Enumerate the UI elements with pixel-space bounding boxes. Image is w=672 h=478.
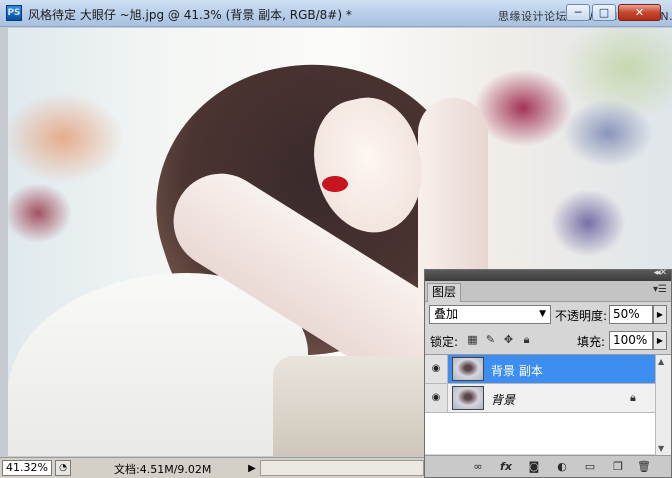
eye-icon[interactable]: ◉ (425, 355, 448, 383)
layer-list-scrollbar[interactable]: ▲ ▼ (655, 355, 671, 455)
scroll-down-icon[interactable]: ▼ (658, 444, 664, 453)
layer-name[interactable]: 背景 副本 (491, 362, 543, 379)
maximize-button[interactable]: □ (592, 4, 616, 21)
eye-icon[interactable]: ◉ (425, 384, 448, 412)
close-button[interactable]: ✕ (618, 4, 661, 21)
layer-row-background-copy[interactable]: ◉ 背景 副本 (425, 355, 655, 384)
opacity-slider-arrow-icon[interactable]: ▶ (653, 305, 667, 324)
photoshop-app-icon: PS (6, 5, 22, 21)
horizontal-scrollbar[interactable] (260, 460, 424, 476)
status-menu-arrow-icon[interactable]: ▶ (245, 461, 259, 476)
chevron-down-icon: ▼ (539, 309, 546, 319)
panel-header: 图层 ▾☰ (425, 281, 671, 302)
opacity-field[interactable]: 50% (609, 305, 653, 324)
panel-collapse-icon[interactable]: ◂◂ ✕ (654, 268, 668, 278)
image-lips-shape (322, 176, 348, 192)
scroll-up-icon[interactable]: ▲ (658, 357, 664, 366)
layer-lock-icon: 🔒︎ (630, 391, 636, 404)
lock-image-pixels-icon[interactable]: ✎ (483, 332, 498, 347)
lock-fill-row: 锁定: ▦ ✎ ✥ 🔒︎ 填充: 100% ▶ (425, 330, 671, 352)
blend-mode-select[interactable]: 叠加 ▼ (429, 305, 551, 324)
adjustment-icon[interactable]: ◐ (553, 459, 571, 475)
lock-all-icon[interactable]: 🔒︎ (519, 332, 534, 347)
lock-transparent-pixels-icon[interactable]: ▦ (465, 332, 480, 347)
status-info-icon[interactable]: ◔ (55, 460, 71, 476)
panel-menu-icon[interactable]: ▾☰ (653, 284, 667, 295)
image-pedestal-shape (273, 356, 443, 456)
maximize-icon: □ (598, 6, 610, 19)
group-folder-icon[interactable]: ▭ (581, 459, 599, 475)
layer-thumbnail[interactable] (452, 386, 484, 410)
zoom-level-field[interactable]: 41.32% (2, 460, 52, 476)
fx-icon[interactable]: fx (497, 459, 515, 475)
mask-icon[interactable]: ◙ (525, 459, 543, 475)
lock-label: 锁定: (430, 335, 459, 349)
blend-mode-value: 叠加 (434, 307, 459, 321)
layer-thumbnail[interactable] (452, 357, 484, 381)
fill-slider-arrow-icon[interactable]: ▶ (653, 331, 667, 350)
opacity-label: 不透明度: (555, 309, 608, 323)
window-title: 风格待定 大眼仔 ~旭.jpg @ 41.3% (背景 副本, RGB/8#) … (28, 8, 352, 22)
link-icon[interactable]: ∞ (469, 459, 487, 475)
fill-field[interactable]: 100% (609, 331, 653, 350)
lock-position-icon[interactable]: ✥ (501, 332, 516, 347)
tab-layers[interactable]: 图层 (427, 283, 461, 302)
close-icon: ✕ (634, 6, 645, 19)
layers-panel: ◂◂ ✕ 图层 ▾☰ 叠加 ▼ 不透明度: 50% ▶ 锁定: ▦ ✎ ✥ 🔒︎… (424, 268, 672, 478)
panel-drag-bar[interactable]: ◂◂ ✕ (425, 268, 671, 281)
layer-name[interactable]: 背景 (491, 391, 515, 408)
document-size-info: 文档:4.51M/9.02M (114, 463, 212, 476)
layer-row-background[interactable]: ◉ 背景 🔒︎ (425, 384, 655, 413)
fill-label: 填充: (577, 335, 606, 349)
minimize-icon: ─ (574, 6, 582, 19)
layer-list: ◉ 背景 副本 ◉ 背景 🔒︎ ▲ ▼ (425, 354, 671, 455)
panel-footer: ∞ fx ◙ ◐ ▭ ❐ 🗑︎ (425, 455, 671, 477)
trash-icon[interactable]: 🗑︎ (635, 459, 653, 475)
new-layer-icon[interactable]: ❐ (609, 459, 627, 475)
title-bar: PS 风格待定 大眼仔 ~旭.jpg @ 41.3% (背景 副本, RGB/8… (0, 0, 672, 27)
minimize-button[interactable]: ─ (566, 4, 590, 21)
blend-opacity-row: 叠加 ▼ 不透明度: 50% ▶ (425, 304, 671, 326)
